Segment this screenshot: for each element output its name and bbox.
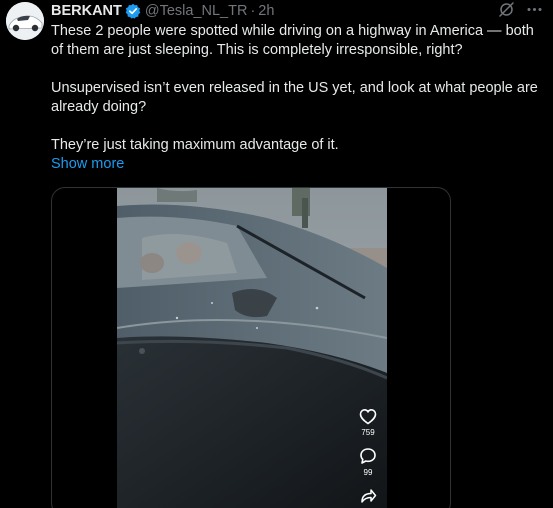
tweet: BERKANT @Tesla_NL_TR · 2h These 2 people… (0, 0, 553, 508)
tweet-paragraph: These 2 people were spotted while drivin… (51, 23, 534, 58)
separator: · (250, 3, 256, 19)
more-dots-icon[interactable] (526, 1, 543, 18)
like-action[interactable]: 759 (359, 408, 377, 437)
tweet-text: These 2 people were spotted while drivin… (51, 22, 547, 174)
display-name[interactable]: BERKANT (51, 2, 122, 20)
comment-bubble-icon[interactable] (359, 447, 377, 465)
video-frame[interactable] (117, 188, 387, 508)
video-player[interactable]: 759 99 (51, 187, 451, 508)
heart-icon[interactable] (359, 408, 377, 425)
share-arrow-icon[interactable] (359, 487, 377, 505)
handle[interactable]: @Tesla_NL_TR (145, 2, 248, 20)
avatar[interactable] (6, 2, 44, 40)
show-more-link[interactable]: Show more (51, 155, 547, 174)
comment-count: 99 (363, 468, 373, 477)
grok-slash-icon[interactable] (498, 1, 515, 18)
tweet-paragraph: They’re just taking maximum advantage of… (51, 137, 339, 153)
car-driving-video-icon (117, 188, 387, 508)
timestamp[interactable]: 2h (258, 2, 274, 20)
tweet-header: BERKANT @Tesla_NL_TR · 2h (51, 2, 274, 20)
comment-action[interactable]: 99 (359, 447, 377, 477)
verified-badge-icon (125, 3, 141, 19)
like-count: 759 (361, 428, 375, 437)
top-actions (498, 1, 543, 18)
share-action[interactable] (359, 487, 377, 505)
tweet-paragraph: Unsupervised isn’t even released in the … (51, 80, 538, 115)
video-side-actions: 759 99 (356, 408, 380, 508)
white-car-avatar-icon (6, 2, 44, 40)
